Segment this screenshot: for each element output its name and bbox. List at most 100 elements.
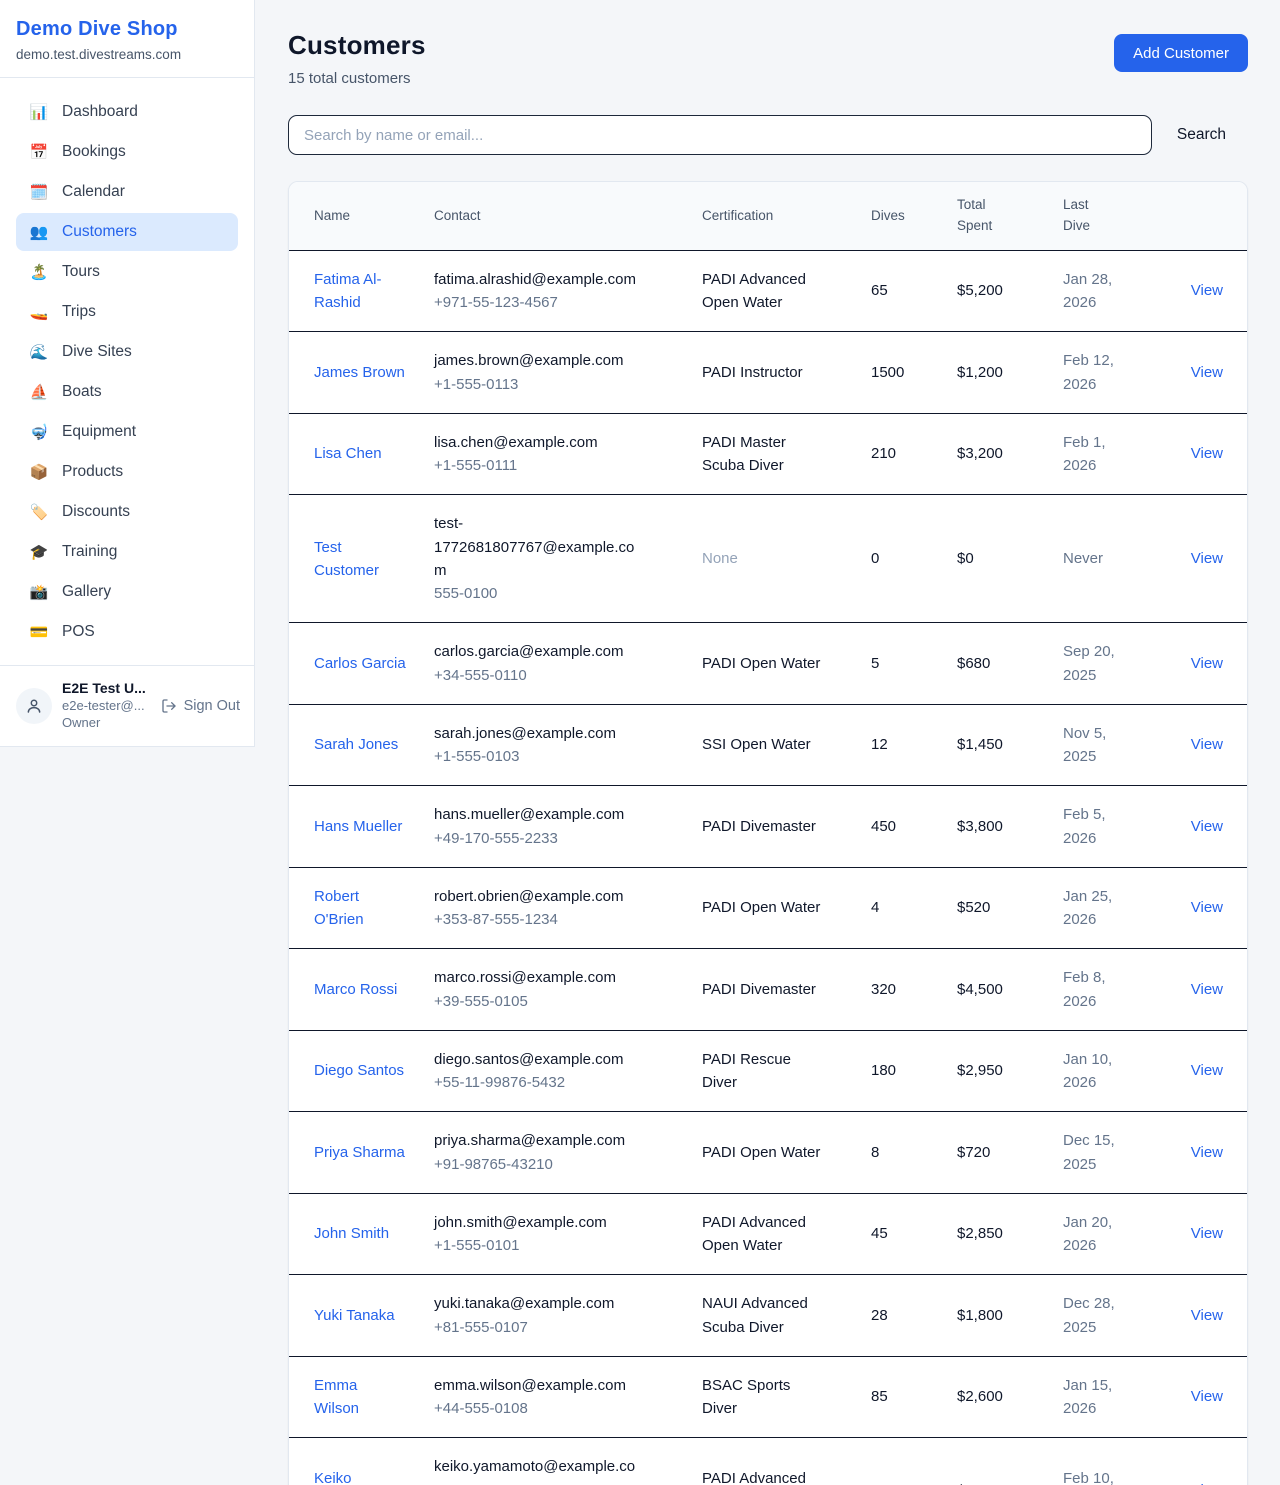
view-customer-link[interactable]: View [1191, 899, 1223, 916]
customer-phone: +971-55-123-4567 [434, 291, 690, 314]
customer-name-link[interactable]: Carlos Garcia [314, 652, 406, 675]
page-head: Customers 15 total customers Add Custome… [288, 30, 1248, 87]
customer-name-link[interactable]: Keiko Yamamoto [314, 1467, 406, 1485]
nav-item-icon: 🎓 [29, 543, 49, 561]
customer-name-link[interactable]: Test Customer [314, 536, 406, 583]
customer-name-link[interactable]: Marco Rossi [314, 978, 397, 1001]
search-button[interactable]: Search [1177, 126, 1226, 144]
customer-total-spent: $1,450 [957, 736, 1003, 753]
customer-email: lisa.chen@example.com [434, 431, 646, 454]
customer-dives: 450 [871, 818, 896, 835]
customer-name-link[interactable]: Lisa Chen [314, 442, 382, 465]
brand-title[interactable]: Demo Dive Shop [16, 18, 238, 41]
customer-name-link[interactable]: Robert O'Brien [314, 885, 406, 932]
view-customer-link[interactable]: View [1191, 981, 1223, 998]
customer-email: marco.rossi@example.com [434, 966, 646, 989]
nav-item-label: Dive Sites [62, 343, 132, 361]
table-header: Name Contact Certification Dives [289, 182, 1248, 250]
customer-total-spent: $2,600 [957, 1388, 1003, 1405]
view-customer-link[interactable]: View [1191, 282, 1223, 299]
customer-name-link[interactable]: Sarah Jones [314, 733, 398, 756]
view-customer-link[interactable]: View [1191, 364, 1223, 381]
sidebar-item-tours[interactable]: 🏝️ Tours [16, 253, 238, 291]
customer-total-spent: $3,800 [957, 818, 1003, 835]
customer-email: keiko.yamamoto@example.com [434, 1455, 646, 1485]
nav-item-icon: 🤿 [29, 423, 49, 441]
customer-certification: PADI Master Scuba Diver [702, 431, 826, 478]
customer-name-link[interactable]: Emma Wilson [314, 1374, 406, 1421]
customer-name-link[interactable]: Yuki Tanaka [314, 1304, 395, 1327]
view-customer-link[interactable]: View [1191, 1388, 1223, 1405]
sidebar-item-gallery[interactable]: 📸 Gallery [16, 573, 238, 611]
customer-certification: PADI Instructor [702, 361, 803, 384]
customer-name-link[interactable]: Priya Sharma [314, 1141, 405, 1164]
view-customer-link[interactable]: View [1191, 445, 1223, 462]
sidebar-item-discounts[interactable]: 🏷️ Discounts [16, 493, 238, 531]
customer-email: test-1772681807767@example.com [434, 512, 646, 582]
search-input[interactable] [288, 115, 1152, 155]
user-email: e2e-tester@... [62, 698, 151, 715]
customer-certification: PADI Open Water [702, 1141, 820, 1164]
view-customer-link[interactable]: View [1191, 1307, 1223, 1324]
customer-name-link[interactable]: James Brown [314, 361, 405, 384]
sidebar-item-dive-sites[interactable]: 🌊 Dive Sites [16, 333, 238, 371]
nav-item-label: Calendar [62, 183, 125, 201]
customer-certification: PADI Rescue Diver [702, 1048, 826, 1095]
sidebar: Demo Dive Shop demo.test.divestreams.com… [0, 0, 255, 747]
table-row-hans-mueller: Hans Mueller hans.mueller@example.com +4… [289, 786, 1248, 868]
view-customer-link[interactable]: View [1191, 736, 1223, 753]
nav-item-icon: 🗓️ [29, 183, 49, 201]
sidebar-item-calendar[interactable]: 🗓️ Calendar [16, 173, 238, 211]
customer-email: emma.wilson@example.com [434, 1374, 646, 1397]
sidebar-item-products[interactable]: 📦 Products [16, 453, 238, 491]
view-customer-link[interactable]: View [1191, 1482, 1223, 1485]
customer-total-spent: $720 [957, 1144, 990, 1161]
view-customer-link[interactable]: View [1191, 655, 1223, 672]
view-customer-link[interactable]: View [1191, 550, 1223, 567]
customer-total-spent: $2,100 [957, 1482, 1003, 1485]
table-row-marco-rossi: Marco Rossi marco.rossi@example.com +39-… [289, 949, 1248, 1031]
customer-name-link[interactable]: Fatima Al-Rashid [314, 268, 406, 315]
sidebar-item-boats[interactable]: ⛵ Boats [16, 373, 238, 411]
sidebar-item-dashboard[interactable]: 📊 Dashboard [16, 93, 238, 131]
sidebar-item-pos[interactable]: 💳 POS [16, 613, 238, 651]
nav-item-label: Trips [62, 303, 96, 321]
sidebar-item-trips[interactable]: 🚤 Trips [16, 293, 238, 331]
table-row-fatima-al-rashid: Fatima Al-Rashid fatima.alrashid@example… [289, 250, 1248, 332]
sidebar-item-equipment[interactable]: 🤿 Equipment [16, 413, 238, 451]
table-row-diego-santos: Diego Santos diego.santos@example.com +5… [289, 1030, 1248, 1112]
view-customer-link[interactable]: View [1191, 1144, 1223, 1161]
sidebar-item-bookings[interactable]: 📅 Bookings [16, 133, 238, 171]
view-customer-link[interactable]: View [1191, 818, 1223, 835]
customer-dives: 65 [871, 282, 888, 299]
view-customer-link[interactable]: View [1191, 1062, 1223, 1079]
customer-dives: 0 [871, 550, 879, 567]
customer-total-spent: $0 [957, 550, 974, 567]
customer-email: yuki.tanaka@example.com [434, 1292, 646, 1315]
customer-certification: NAUI Advanced Scuba Diver [702, 1292, 826, 1339]
customer-name-link[interactable]: Diego Santos [314, 1059, 404, 1082]
customer-phone: +44-555-0108 [434, 1397, 690, 1420]
nav-item-icon: 🏝️ [29, 263, 49, 281]
sign-out-icon [161, 698, 177, 714]
user-role: Owner [62, 715, 151, 732]
avatar [16, 688, 52, 724]
sidebar-item-customers[interactable]: 👥 Customers [16, 213, 238, 251]
customer-dives: 95 [871, 1482, 888, 1485]
customer-email: john.smith@example.com [434, 1211, 646, 1234]
sidebar-nav: 📊 Dashboard 📅 Bookings 🗓️ Calendar 👥 Cus… [0, 78, 254, 665]
sidebar-item-training[interactable]: 🎓 Training [16, 533, 238, 571]
customer-name-link[interactable]: Hans Mueller [314, 815, 402, 838]
page-subtitle: 15 total customers [288, 70, 426, 87]
nav-item-label: Bookings [62, 143, 126, 161]
add-customer-button[interactable]: Add Customer [1114, 34, 1248, 72]
customer-certification: PADI Divemaster [702, 978, 816, 1001]
customer-dives: 8 [871, 1144, 879, 1161]
view-customer-link[interactable]: View [1191, 1225, 1223, 1242]
customer-name-link[interactable]: John Smith [314, 1222, 389, 1245]
nav-item-label: Equipment [62, 423, 136, 441]
customer-phone: +81-555-0107 [434, 1316, 690, 1339]
sign-out-button[interactable]: Sign Out [161, 698, 240, 714]
customer-email: hans.mueller@example.com [434, 803, 646, 826]
nav-item-label: Discounts [62, 503, 130, 521]
